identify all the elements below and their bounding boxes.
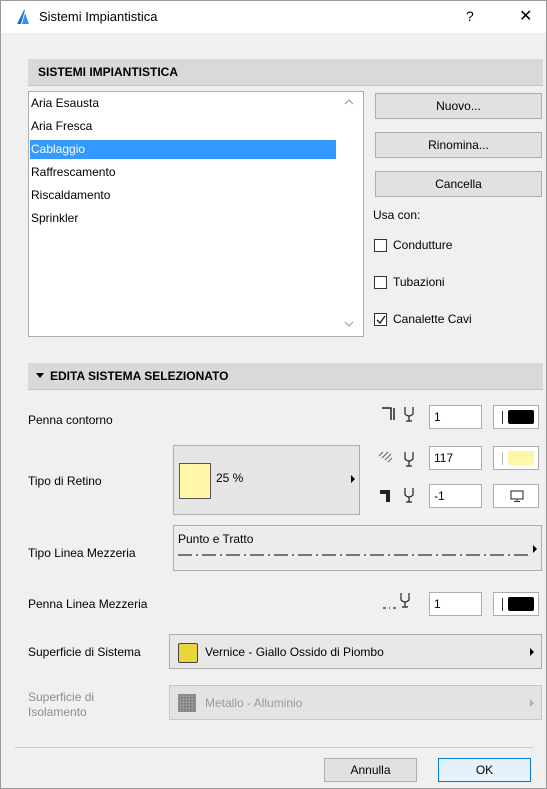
centerline-pen-icon <box>383 593 410 609</box>
contour-pen-label: Penna contorno <box>28 413 113 427</box>
footer-separator <box>15 747 533 748</box>
edit-section-title: EDITA SISTEMA SELEZIONATO <box>50 369 229 383</box>
centerline-type-value: Punto e Tratto <box>178 532 254 546</box>
delete-button[interactable]: Cancella <box>375 171 542 197</box>
list-item[interactable]: Sprinkler <box>30 209 336 228</box>
dash-dot-line-preview <box>178 554 530 556</box>
cancel-button[interactable]: Annulla <box>324 758 417 782</box>
system-surface-value: Vernice - Giallo Ossido di Piombo <box>205 645 384 659</box>
archicad-logo-icon <box>17 10 29 24</box>
insulation-surface-selector: Metallo - Alluminio <box>169 685 542 720</box>
metal-texture-swatch <box>178 694 196 712</box>
centerline-pen-label: Penna Linea Mezzeria <box>28 597 148 611</box>
pen-color-swatch <box>508 410 534 424</box>
insulation-surface-label: Superficie di Isolamento <box>28 690 95 719</box>
fill-preview-swatch <box>179 463 211 499</box>
scroll-down-icon[interactable] <box>344 320 354 328</box>
chevron-right-icon <box>530 648 534 656</box>
list-item[interactable]: Riscaldamento <box>30 186 336 205</box>
centerline-pen-color-button[interactable] <box>493 592 539 616</box>
centerline-type-label: Tipo Linea Mezzeria <box>28 546 136 560</box>
contour-pen-field[interactable]: 1 <box>429 405 482 429</box>
rename-button[interactable]: Rinomina... <box>375 132 542 158</box>
edit-section-header[interactable]: EDITA SISTEMA SELEZIONATO <box>28 363 543 390</box>
fill-foreground-color-button[interactable] <box>493 446 539 470</box>
system-surface-label: Superficie di Sistema <box>28 645 141 659</box>
fill-foreground-pen-field[interactable]: 117 <box>429 446 482 470</box>
fill-type-label: Tipo di Retino <box>28 474 102 488</box>
collapse-triangle-icon[interactable] <box>36 373 44 379</box>
checkbox-condutture-label: Condutture <box>393 238 453 252</box>
checkbox-condutture[interactable] <box>374 239 387 252</box>
help-button[interactable]: ? <box>466 8 474 24</box>
title-bar: Sistemi Impiantistica ? ✕ <box>1 1 546 33</box>
new-button[interactable]: Nuovo... <box>375 93 542 119</box>
fill-background-pen-icon <box>380 488 414 503</box>
systems-section-header: SISTEMI IMPIANTISTICA <box>28 59 543 86</box>
system-surface-selector[interactable]: Vernice - Giallo Ossido di Piombo <box>169 634 542 669</box>
checkmark-icon <box>376 315 386 325</box>
fill-type-selector[interactable]: 25 % <box>173 445 360 515</box>
dialog: Sistemi Impiantistica ? ✕ SISTEMI IMPIAN… <box>0 0 547 789</box>
fill-percent: 25 % <box>216 471 244 485</box>
contour-pen-icon <box>382 407 414 422</box>
surface-color-swatch <box>178 643 198 663</box>
fill-color-swatch <box>508 451 534 465</box>
fill-background-color-button[interactable] <box>493 484 539 508</box>
list-item[interactable]: Aria Fresca <box>30 117 336 136</box>
checkbox-tubazioni-label: Tubazioni <box>393 275 445 289</box>
list-item[interactable]: Aria Esausta <box>30 94 336 113</box>
centerline-type-selector[interactable]: Punto e Tratto <box>173 525 542 571</box>
chevron-right-icon <box>533 545 537 553</box>
window-title: Sistemi Impiantistica <box>39 9 158 24</box>
scroll-up-icon[interactable] <box>344 98 354 106</box>
pen-color-swatch <box>508 597 534 611</box>
fill-foreground-pen-icon <box>378 451 414 467</box>
chevron-right-icon <box>351 475 355 483</box>
chevron-right-icon <box>530 699 534 707</box>
fill-background-pen-field[interactable]: -1 <box>429 484 482 508</box>
list-item[interactable]: Raffrescamento <box>30 163 336 182</box>
checkbox-canalette-cavi[interactable] <box>374 313 387 326</box>
contour-pen-color-button[interactable] <box>493 405 539 429</box>
close-button[interactable]: ✕ <box>519 6 532 26</box>
systems-list[interactable]: Aria Esausta Aria Fresca Cablaggio Raffr… <box>28 91 364 337</box>
use-with-label: Usa con: <box>373 208 421 222</box>
insulation-surface-value: Metallo - Alluminio <box>205 696 303 710</box>
checkbox-tubazioni[interactable] <box>374 276 387 289</box>
centerline-pen-field[interactable]: 1 <box>429 592 482 616</box>
ok-button[interactable]: OK <box>438 758 531 782</box>
monitor-icon <box>510 490 524 502</box>
checkbox-canalette-cavi-label: Canalette Cavi <box>393 312 472 326</box>
list-item[interactable]: Cablaggio <box>30 140 336 159</box>
systems-section-title: SISTEMI IMPIANTISTICA <box>38 65 179 79</box>
